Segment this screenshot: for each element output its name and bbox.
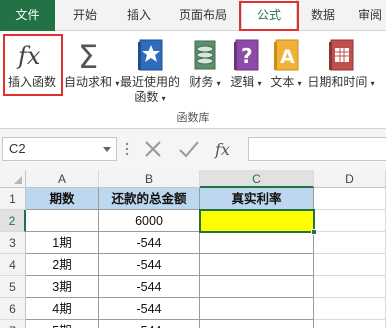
- svg-text:fx: fx: [214, 140, 230, 159]
- header-cell-total-repayment[interactable]: 还款的总金额: [99, 188, 200, 210]
- table-cell[interactable]: -544: [99, 276, 200, 298]
- date-time-button[interactable]: 日期和时间 ▾: [306, 35, 376, 107]
- formulas-tab-highlight: [239, 1, 299, 31]
- formula-bar: C2 fx: [0, 129, 386, 170]
- table-cell[interactable]: [26, 210, 99, 232]
- row-header-7[interactable]: 7: [0, 320, 26, 328]
- table-cell[interactable]: -544: [99, 298, 200, 320]
- formula-input[interactable]: [248, 137, 386, 161]
- row-header-6[interactable]: 6: [0, 298, 26, 320]
- fill-handle[interactable]: [311, 229, 317, 235]
- column-header-d[interactable]: D: [314, 170, 386, 188]
- insert-function-highlight: [3, 34, 63, 96]
- text-button[interactable]: A 文本 ▾: [266, 35, 306, 107]
- svg-text:A: A: [280, 46, 295, 68]
- column-header-c[interactable]: C: [200, 170, 314, 188]
- table-cell[interactable]: 5期: [26, 320, 99, 328]
- worksheet-grid: A B C D 1 2 3 4 5 6 7 期数 还款的总金额 真实利率 600…: [0, 170, 386, 328]
- table-cell[interactable]: [314, 232, 386, 254]
- table-cell[interactable]: -544: [99, 232, 200, 254]
- tab-insert[interactable]: 插入: [115, 0, 163, 31]
- date-time-label: 日期和时间 ▾: [307, 75, 375, 89]
- tab-review[interactable]: 审阅: [350, 0, 386, 31]
- header-cell-period[interactable]: 期数: [26, 188, 99, 210]
- tab-file[interactable]: 文件: [0, 0, 55, 31]
- table-cell[interactable]: [314, 210, 386, 232]
- ribbon-tab-bar: 文件 开始 插入 页面布局 公式 数据 审阅: [0, 0, 386, 32]
- tab-data[interactable]: 数据: [302, 0, 344, 31]
- autosum-label: 自动求和 ▾: [64, 75, 120, 89]
- row-header-1[interactable]: 1: [0, 188, 26, 210]
- financial-label: 财务 ▾: [189, 75, 221, 89]
- recently-used-button[interactable]: 最近使用的 函数 ▾: [116, 35, 184, 107]
- table-cell[interactable]: [314, 276, 386, 298]
- table-cell[interactable]: [200, 276, 314, 298]
- header-cell-real-rate[interactable]: 真实利率: [200, 188, 314, 210]
- ribbon: fx 插入函数 Σ 自动求和 ▾ 最近使用的 函数 ▾ 财务 ▾ ? 逻辑 ▾ …: [0, 31, 386, 129]
- svg-text:Σ: Σ: [78, 38, 98, 73]
- insert-function-bar-button[interactable]: fx: [212, 137, 238, 161]
- recently-used-label: 最近使用的 函数 ▾: [119, 75, 180, 104]
- logical-label: 逻辑 ▾: [230, 75, 262, 89]
- table-cell[interactable]: 3期: [26, 276, 99, 298]
- table-cell[interactable]: [200, 298, 314, 320]
- table-cell[interactable]: 6000: [99, 210, 200, 232]
- table-cell[interactable]: 4期: [26, 298, 99, 320]
- table-cell[interactable]: -544: [99, 254, 200, 276]
- logical-button[interactable]: ? 逻辑 ▾: [226, 35, 266, 107]
- column-header-a[interactable]: A: [26, 170, 99, 188]
- select-all-button[interactable]: [0, 170, 26, 188]
- financial-button[interactable]: 财务 ▾: [185, 35, 225, 107]
- close-icon: [145, 141, 161, 157]
- cancel-button[interactable]: [140, 137, 166, 161]
- table-cell[interactable]: 2期: [26, 254, 99, 276]
- function-library-group-label: 函数库: [176, 112, 210, 124]
- row-header-2[interactable]: 2: [0, 210, 26, 232]
- table-cell[interactable]: -544: [99, 320, 200, 328]
- drag-handle-icon[interactable]: [124, 139, 130, 159]
- table-cell[interactable]: [314, 188, 386, 210]
- tab-home[interactable]: 开始: [61, 0, 109, 31]
- text-book-icon: A: [274, 39, 299, 71]
- table-cell[interactable]: [200, 320, 314, 328]
- table-cell[interactable]: [314, 298, 386, 320]
- coins-book-icon: [194, 40, 216, 70]
- calendar-book-icon: [329, 39, 354, 71]
- check-icon: [179, 141, 199, 158]
- text-label: 文本 ▾: [270, 75, 302, 89]
- row-header-3[interactable]: 3: [0, 232, 26, 254]
- sigma-icon: Σ: [78, 38, 98, 73]
- enter-button[interactable]: [176, 137, 202, 161]
- row-header-4[interactable]: 4: [0, 254, 26, 276]
- svg-text:?: ?: [241, 44, 253, 68]
- column-header-b[interactable]: B: [99, 170, 200, 188]
- name-box[interactable]: C2: [2, 137, 117, 161]
- question-book-icon: ?: [234, 39, 259, 71]
- table-cell[interactable]: [314, 320, 386, 328]
- star-book-icon: [138, 39, 163, 71]
- fx-icon: fx: [214, 140, 230, 159]
- table-cell[interactable]: 1期: [26, 232, 99, 254]
- tab-page-layout[interactable]: 页面布局: [170, 0, 236, 31]
- table-cell[interactable]: [314, 254, 386, 276]
- autosum-button[interactable]: Σ 自动求和 ▾: [64, 35, 120, 107]
- table-cell[interactable]: [200, 254, 314, 276]
- row-header-5[interactable]: 5: [0, 276, 26, 298]
- table-cell[interactable]: [200, 232, 314, 254]
- selected-cell-c2[interactable]: [200, 210, 314, 232]
- chevron-down-icon[interactable]: [103, 147, 111, 152]
